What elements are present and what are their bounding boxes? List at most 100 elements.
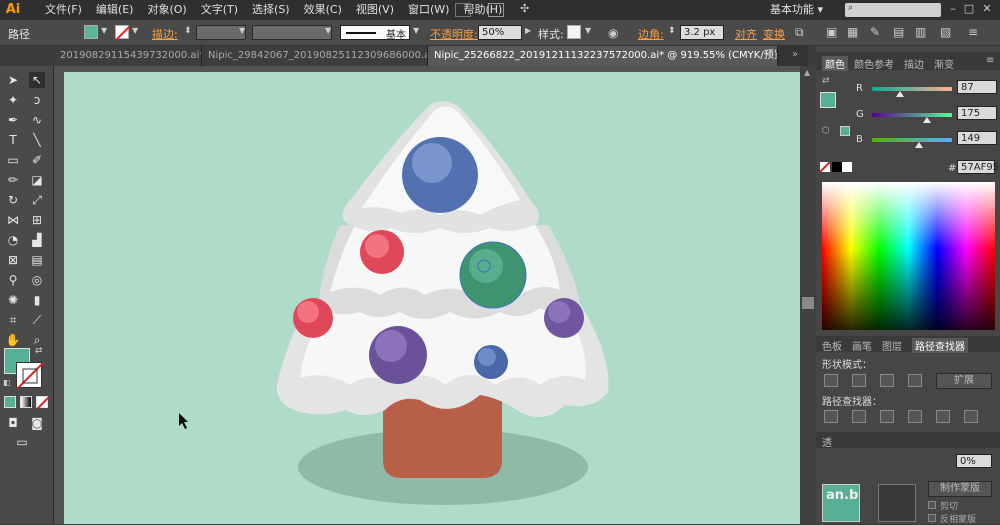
- tab-layers[interactable]: 图层: [882, 338, 902, 353]
- trim-button[interactable]: [852, 410, 866, 423]
- pen-tool-icon[interactable]: ✒: [5, 112, 21, 128]
- g-input[interactable]: 175: [957, 106, 997, 120]
- rotate-tool-icon[interactable]: ↻: [5, 192, 21, 208]
- r-input[interactable]: 87: [957, 80, 997, 94]
- tabs-overflow-icon[interactable]: »: [792, 49, 798, 60]
- expand-button[interactable]: 扩展: [936, 373, 992, 389]
- color-stroke-box[interactable]: [840, 126, 850, 136]
- maximize-icon[interactable]: □: [962, 2, 976, 16]
- menu-effect[interactable]: 效果(C): [297, 0, 349, 20]
- corner-stepper[interactable]: ⬍: [668, 26, 676, 36]
- exclude-button[interactable]: [908, 374, 922, 387]
- shape-builder-icon[interactable]: ◔: [5, 232, 21, 248]
- rectangle-tool-icon[interactable]: ▭: [5, 152, 21, 168]
- arrange-icon[interactable]: ▤: [893, 25, 904, 39]
- gpu-performance-icon[interactable]: ✣: [520, 2, 529, 15]
- tab-document-1[interactable]: 20190829115439732000.ai* ×: [54, 46, 202, 66]
- hex-input[interactable]: 57AF95: [957, 160, 999, 174]
- tab-brushes[interactable]: 画笔: [852, 338, 872, 353]
- scrollbar-thumb[interactable]: [802, 297, 814, 309]
- outline-button[interactable]: [936, 410, 950, 423]
- swap-fill-stroke-icon[interactable]: ⇄: [822, 76, 830, 86]
- intersect-button[interactable]: [880, 374, 894, 387]
- align-link[interactable]: 对齐: [735, 26, 757, 42]
- g-slider[interactable]: [872, 113, 952, 117]
- color-spectrum[interactable]: [822, 182, 995, 330]
- workspace-grid-icon[interactable]: ▧: [940, 25, 951, 39]
- style-dropdown-icon[interactable]: ▼: [585, 26, 591, 35]
- pencil-icon[interactable]: ✏: [5, 172, 21, 188]
- arrange-documents-icon[interactable]: [488, 3, 504, 17]
- isolate-icon[interactable]: ⧉: [795, 25, 804, 40]
- clip-checkbox[interactable]: [928, 501, 936, 509]
- eraser-icon[interactable]: ◪: [29, 172, 45, 188]
- crop-button[interactable]: [908, 410, 922, 423]
- stroke-dropdown-icon[interactable]: ▼: [132, 26, 138, 35]
- tab-color-guide[interactable]: 颜色参考: [854, 56, 894, 71]
- hand-tool-icon[interactable]: ✋: [5, 332, 21, 348]
- g-slider-thumb[interactable]: [923, 117, 931, 123]
- corner-label[interactable]: 边角:: [638, 26, 664, 42]
- b-input[interactable]: 149: [957, 131, 997, 145]
- tab-document-3[interactable]: Nipic_25266822_20191211132237572000.ai* …: [428, 46, 778, 66]
- paintbrush-icon[interactable]: ✐: [29, 152, 45, 168]
- fill-swatch[interactable]: [84, 25, 98, 39]
- opacity-dropdown-icon[interactable]: ▶: [525, 26, 531, 35]
- minus-back-button[interactable]: [964, 410, 978, 423]
- perspective-grid-icon[interactable]: ▟: [29, 232, 45, 248]
- edit-icon[interactable]: ✎: [870, 25, 880, 39]
- gradient-mode-icon[interactable]: [20, 396, 32, 408]
- screen-mode-icon[interactable]: ▭: [14, 434, 30, 450]
- stroke-swatch[interactable]: [115, 25, 130, 40]
- artboard[interactable]: [64, 72, 802, 524]
- symbol-sprayer-icon[interactable]: ✺: [5, 292, 21, 308]
- column-graph-icon[interactable]: ▮: [29, 292, 45, 308]
- transform-link[interactable]: 变换: [763, 26, 785, 42]
- b-slider-thumb[interactable]: [915, 142, 923, 148]
- minus-front-button[interactable]: [852, 374, 866, 387]
- opacity-label[interactable]: 不透明度:: [430, 26, 478, 42]
- menu-file[interactable]: 文件(F): [38, 0, 89, 20]
- color-mode-icon[interactable]: [4, 396, 16, 408]
- search-input[interactable]: ⌕: [845, 3, 941, 17]
- brush-definition-field[interactable]: 基本: [340, 25, 410, 41]
- slice-tool-icon[interactable]: ⟋: [29, 312, 45, 328]
- scroll-up-icon[interactable]: ▲: [804, 68, 810, 77]
- graphic-style-swatch[interactable]: [567, 25, 581, 39]
- eyedropper-icon[interactable]: ⚲: [5, 272, 21, 288]
- opacity-input[interactable]: 50%: [478, 25, 522, 40]
- mesh-tool-icon[interactable]: ⊠: [5, 252, 21, 268]
- free-transform-icon[interactable]: ⊞: [29, 212, 45, 228]
- workspace-switcher[interactable]: 基本功能 ▾: [770, 0, 823, 20]
- menu-window[interactable]: 窗口(W): [401, 0, 456, 20]
- r-slider[interactable]: [872, 87, 952, 91]
- magic-wand-icon[interactable]: ✦: [5, 92, 21, 108]
- stroke-weight-stepper[interactable]: ⬍: [184, 26, 192, 36]
- tab-document-2[interactable]: Nipic_29842067_20190825112309686000.ai* …: [202, 46, 428, 66]
- select-similar-icon[interactable]: ▦: [847, 25, 858, 39]
- menu-view[interactable]: 视图(V): [349, 0, 401, 20]
- transparency-opacity-input[interactable]: 0%: [956, 454, 992, 468]
- christmas-tree-illustration[interactable]: [64, 72, 802, 524]
- invert-mask-checkbox[interactable]: [928, 514, 936, 522]
- stroke-label[interactable]: 描边:: [152, 26, 178, 42]
- vertical-scrollbar[interactable]: [800, 66, 816, 524]
- tab-pathfinder[interactable]: 路径查找器: [912, 338, 968, 353]
- mask-thumbnail[interactable]: [878, 484, 916, 522]
- panel-menu-icon[interactable]: ≡: [986, 55, 994, 66]
- menu-select[interactable]: 选择(S): [245, 0, 297, 20]
- tab-transparency[interactable]: 透: [822, 434, 832, 449]
- none-mode-icon[interactable]: [36, 396, 49, 409]
- lasso-icon[interactable]: ↄ: [29, 92, 45, 108]
- menu-edit[interactable]: 编辑(E): [89, 0, 141, 20]
- close-icon[interactable]: ✕: [980, 2, 994, 16]
- variable-width-dropdown-icon[interactable]: ▼: [325, 26, 331, 35]
- direct-selection-tool-icon[interactable]: ↖: [29, 72, 45, 88]
- tab-swatches[interactable]: 色板: [822, 338, 842, 353]
- draw-normal-icon[interactable]: ◘: [5, 415, 21, 431]
- color-fill-box[interactable]: [820, 92, 836, 108]
- stroke-color-box[interactable]: [16, 362, 43, 389]
- menu-object[interactable]: 对象(O): [140, 0, 193, 20]
- panel-menu-icon[interactable]: ≡: [968, 25, 978, 39]
- fill-dropdown-icon[interactable]: ▼: [101, 26, 107, 35]
